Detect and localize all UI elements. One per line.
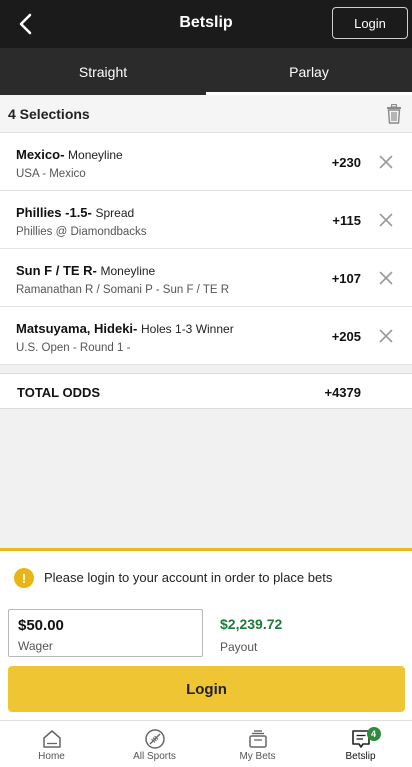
selections-count: 4 Selections <box>8 106 90 122</box>
selection-market: Holes 1-3 Winner <box>141 322 234 336</box>
selections-header: 4 Selections <box>0 95 412 133</box>
football-icon <box>144 729 165 749</box>
betslip-count-badge: 4 <box>366 727 381 741</box>
place-bet-panel: ! Please login to your account in order … <box>0 548 412 720</box>
home-icon <box>42 730 61 748</box>
selection-odds: +107 <box>331 271 361 286</box>
selection-event: U.S. Open - Round 1 - <box>16 342 131 354</box>
selection-name: Phillies -1.5- <box>16 205 92 220</box>
nav-all-sports[interactable]: All Sports <box>103 721 206 767</box>
wager-value: $50.00 <box>18 617 64 634</box>
selection-item: Mexico- Moneyline USA - Mexico +230 <box>0 133 412 191</box>
trash-icon[interactable] <box>386 104 402 124</box>
warning-icon: ! <box>14 568 34 588</box>
selection-odds: +205 <box>331 329 361 344</box>
my-bets-icon <box>248 730 267 748</box>
remove-selection-close-icon[interactable] <box>379 329 393 343</box>
nav-label: My Bets <box>239 751 276 762</box>
total-odds-row: TOTAL ODDS +4379 <box>0 373 412 409</box>
nav-label: All Sports <box>133 751 176 762</box>
nav-label: Home <box>38 751 65 762</box>
tab-straight[interactable]: Straight <box>0 48 206 95</box>
nav-home[interactable]: Home <box>0 721 103 767</box>
tab-parlay[interactable]: Parlay <box>206 48 412 95</box>
selection-market: Moneyline <box>100 264 156 278</box>
login-button[interactable]: Login <box>8 666 405 712</box>
header-bar: Betslip Login <box>0 0 412 48</box>
bottom-navigation: Home All Sports My Bets 4 Betslip <box>0 720 412 767</box>
payout-value: $2,239.72 <box>220 616 283 632</box>
nav-my-bets[interactable]: My Bets <box>206 721 309 767</box>
payout-label: Payout <box>220 640 258 654</box>
total-odds-value: +4379 <box>324 385 361 400</box>
selection-event: Ramanathan R / Somani P - Sun F / TE R <box>16 284 230 296</box>
selection-market: Moneyline <box>68 148 123 162</box>
bet-type-tabs: Straight Parlay <box>0 48 412 95</box>
selection-item: Phillies -1.5- Spread Phillies @ Diamond… <box>0 191 412 249</box>
selection-odds: +115 <box>332 213 361 228</box>
wager-input[interactable]: $50.00 Wager <box>8 609 203 657</box>
header-login-button[interactable]: Login <box>332 7 408 39</box>
selection-name: Mexico- <box>16 147 65 162</box>
selection-item: Matsuyama, Hideki- Holes 1-3 Winner U.S.… <box>0 307 412 365</box>
nav-label: Betslip <box>345 751 376 762</box>
selection-name: Matsuyama, Hideki- <box>16 321 138 336</box>
remove-selection-close-icon[interactable] <box>379 271 393 285</box>
login-warning-text: Please login to your account in order to… <box>44 570 333 585</box>
remove-selection-close-icon[interactable] <box>379 213 393 227</box>
selection-event: Phillies @ Diamondbacks <box>16 226 147 238</box>
selection-item: Sun F / TE R- Moneyline Ramanathan R / S… <box>0 249 412 307</box>
remove-selection-close-icon[interactable] <box>379 155 393 169</box>
total-odds-label: TOTAL ODDS <box>17 385 101 400</box>
selection-name: Sun F / TE R- <box>16 263 97 278</box>
selection-odds: +230 <box>331 155 361 170</box>
nav-betslip[interactable]: 4 Betslip <box>309 721 412 767</box>
selection-market: Spread <box>95 206 135 220</box>
selection-event: USA - Mexico <box>16 168 86 180</box>
wager-label: Wager <box>18 639 53 653</box>
